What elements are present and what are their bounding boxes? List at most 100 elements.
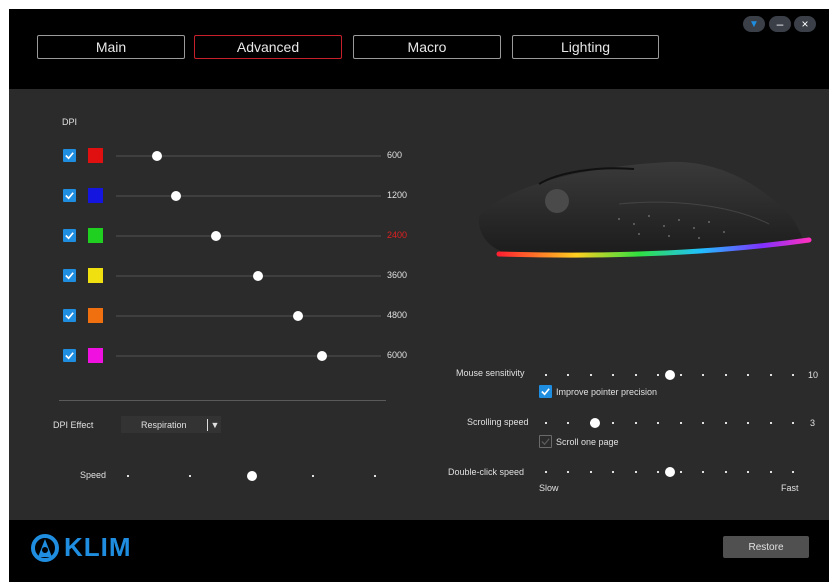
- slider-tick: [545, 471, 547, 473]
- dpi-slider-knob-6[interactable]: [316, 351, 327, 361]
- scroll-one-page-label: Scroll one page: [556, 437, 619, 447]
- slider-tick: [545, 422, 547, 424]
- dpi-color-swatch-2[interactable]: [88, 188, 103, 203]
- dpi-color-swatch-3[interactable]: [88, 228, 103, 243]
- dpi-value-5: 4800: [387, 310, 408, 320]
- slider-tick: [312, 475, 315, 477]
- dpi-value-4: 3600: [387, 270, 408, 280]
- dpi-color-swatch-6[interactable]: [88, 348, 103, 363]
- dpi-effect-select[interactable]: Respiration ▼: [121, 416, 221, 433]
- slider-tick: [679, 422, 682, 424]
- restore-button[interactable]: Restore: [723, 536, 809, 558]
- speed-label: Speed: [80, 470, 107, 480]
- close-button[interactable]: ×: [794, 16, 816, 32]
- check-icon: [65, 232, 74, 240]
- slider-tick: [634, 374, 637, 376]
- double-click-speed-label: Double-click speed: [448, 467, 525, 477]
- dpi-slider-6[interactable]: [116, 355, 381, 357]
- slider-tick: [612, 422, 615, 424]
- tab-advanced[interactable]: Advanced: [194, 35, 342, 59]
- brand-name: KLIM: [64, 532, 132, 562]
- slider-knob[interactable]: [246, 471, 257, 481]
- slider-tick: [188, 475, 191, 477]
- slider-tick: [374, 475, 376, 477]
- slider-tick: [679, 471, 682, 473]
- settings-panel: DPI 600 1200 2400 3600 4800 6000 DPI Effect R…: [9, 89, 829, 520]
- dpi-checkbox-4[interactable]: [63, 269, 76, 282]
- slider-tick: [634, 471, 637, 473]
- dpi-slider-knob-2[interactable]: [170, 191, 181, 201]
- dpi-checkbox-3[interactable]: [63, 229, 76, 242]
- klim-logo: KLIM: [30, 532, 132, 563]
- check-icon: [65, 272, 74, 280]
- mouse-sensitivity-value: 10: [808, 370, 819, 380]
- dpi-effect-label: DPI Effect: [53, 420, 94, 430]
- slider-tick: [792, 422, 794, 424]
- slider-tick: [724, 471, 727, 473]
- dpi-slider-knob-5[interactable]: [292, 311, 303, 321]
- slider-tick: [127, 475, 129, 477]
- dpi-slider-3[interactable]: [116, 235, 381, 237]
- slider-knob[interactable]: [590, 418, 601, 428]
- slider-tick: [747, 374, 750, 376]
- fast-label: Fast: [781, 483, 799, 493]
- dpi-slider-4[interactable]: [116, 275, 381, 277]
- minimize-button[interactable]: –: [769, 16, 791, 32]
- slider-tick: [792, 374, 794, 376]
- check-icon: [65, 152, 74, 160]
- dpi-title: DPI: [62, 117, 78, 127]
- scrolling-speed-value: 3: [810, 418, 816, 428]
- dpi-slider-knob-4[interactable]: [252, 271, 263, 281]
- slider-tick: [634, 422, 637, 424]
- check-icon: [65, 192, 74, 200]
- dpi-slider-5[interactable]: [116, 315, 381, 317]
- dpi-value-1: 600: [387, 150, 403, 160]
- mouse-image: [478, 161, 812, 258]
- dpi-value-6: 6000: [387, 350, 408, 360]
- logo-icon: [31, 533, 59, 562]
- slider-tick: [769, 374, 772, 376]
- tab-macro[interactable]: Macro: [353, 35, 501, 59]
- dpi-slider-2[interactable]: [116, 195, 381, 197]
- slider-tick: [567, 422, 570, 424]
- dpi-slider-knob-1[interactable]: [152, 151, 163, 161]
- scroll-one-page-checkbox[interactable]: [539, 435, 552, 448]
- slider-tick: [702, 374, 705, 376]
- slider-tick: [702, 422, 705, 424]
- slider-knob[interactable]: [664, 467, 675, 477]
- select-separator: [206, 418, 208, 431]
- dpi-value-3: 2400: [387, 230, 408, 240]
- slider-tick: [657, 374, 660, 376]
- dpi-color-swatch-1[interactable]: [88, 148, 103, 163]
- slider-tick: [612, 374, 615, 376]
- dropdown-button[interactable]: ▼: [743, 16, 765, 32]
- dpi-color-swatch-4[interactable]: [88, 268, 103, 283]
- slider-knob[interactable]: [664, 370, 675, 380]
- check-icon: [65, 352, 74, 360]
- dpi-color-swatch-5[interactable]: [88, 308, 103, 323]
- tab-lighting[interactable]: Lighting: [512, 35, 659, 59]
- tab-main[interactable]: Main: [37, 35, 185, 59]
- slider-tick: [747, 471, 750, 473]
- slider-tick: [769, 422, 772, 424]
- improve-precision-checkbox[interactable]: [539, 385, 552, 398]
- slider-tick: [657, 471, 660, 473]
- slider-tick: [612, 471, 615, 473]
- footer: [9, 520, 829, 582]
- dpi-checkbox-2[interactable]: [63, 189, 76, 202]
- slow-label: Slow: [539, 483, 559, 493]
- slider-tick: [769, 471, 772, 473]
- slider-tick: [792, 471, 794, 473]
- top-bar: Main Advanced Macro Lighting ▼ – ×: [9, 9, 829, 89]
- slider-tick: [747, 422, 750, 424]
- slider-tick: [589, 374, 592, 376]
- check-icon: [65, 312, 74, 320]
- dpi-checkbox-6[interactable]: [63, 349, 76, 362]
- check-icon: [541, 438, 550, 446]
- dpi-checkbox-1[interactable]: [63, 149, 76, 162]
- app-window: Main Advanced Macro Lighting ▼ – × DPI 6…: [9, 9, 829, 582]
- dpi-checkbox-5[interactable]: [63, 309, 76, 322]
- dpi-slider-knob-3[interactable]: [210, 231, 221, 241]
- slider-tick: [702, 471, 705, 473]
- dpi-value-2: 1200: [387, 190, 408, 200]
